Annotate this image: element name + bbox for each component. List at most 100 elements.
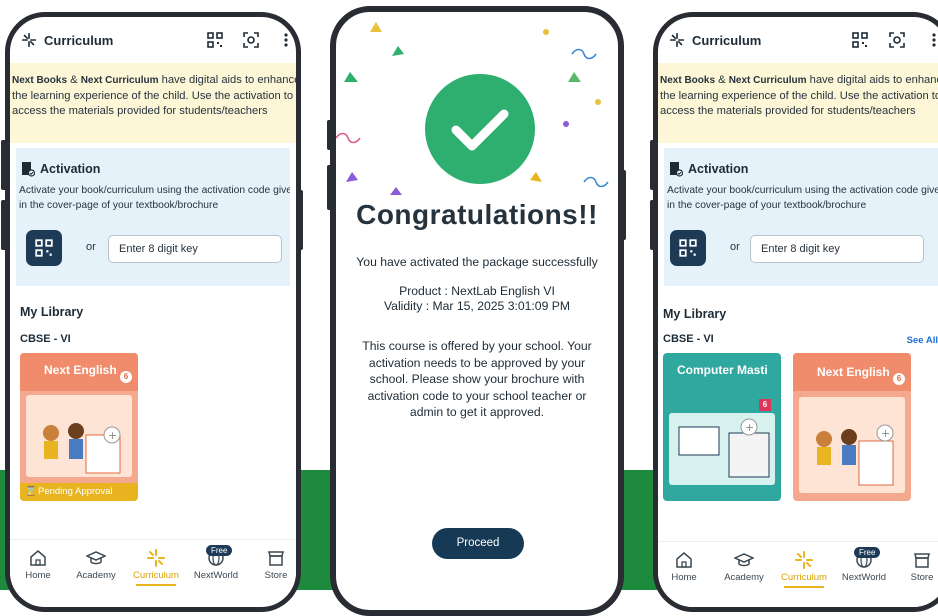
notice-amp: & (715, 74, 729, 86)
notice-line3: access the materials provided for studen… (12, 104, 296, 120)
success-check-circle (425, 74, 535, 184)
notice-line2: the learning experience of the child. Us… (12, 89, 296, 105)
nav-academy[interactable]: Academy (714, 550, 774, 583)
book-title: Computer Masti (677, 363, 768, 377)
activation-title: Activation (688, 162, 748, 176)
home-icon (674, 550, 694, 570)
book-title: Next English (44, 363, 117, 377)
scan-icon[interactable] (242, 31, 260, 49)
scan-qr-button[interactable] (670, 230, 706, 266)
activation-description: Activate your book/curriculum using the … (667, 184, 938, 213)
activation-title: Activation (40, 162, 100, 176)
activation-key-input[interactable]: Enter 8 digit key (108, 235, 282, 263)
book-grade-badge: 6 (120, 371, 132, 383)
activation-success-message: You have activated the package successfu… (336, 255, 618, 269)
scan-icon[interactable] (888, 31, 906, 49)
free-badge: Free (854, 547, 880, 558)
book-card-next-english[interactable]: Next English 6 + ⌛ Pending Approval (20, 353, 138, 501)
brand-next-books: Next Books (660, 75, 715, 86)
page-title: Curriculum (44, 33, 113, 48)
phone-curriculum-left: Curriculum Next Books & Next Curriculum … (5, 12, 301, 612)
graduation-cap-icon (86, 548, 106, 568)
svg-text:+: + (108, 429, 117, 442)
app-header: Curriculum (658, 17, 938, 63)
book-grade-badge: 6 (893, 373, 905, 385)
see-all-link[interactable]: See All (907, 335, 938, 346)
proceed-button[interactable]: Proceed (432, 528, 524, 559)
home-icon (28, 548, 48, 568)
activation-desc-line2: in the cover-page of your textbook/broch… (19, 199, 290, 214)
activation-key-input[interactable]: Enter 8 digit key (750, 235, 924, 263)
notice-amp: & (67, 74, 81, 86)
curriculum-icon (794, 550, 814, 570)
nav-curriculum-label: Curriculum (781, 572, 827, 583)
book-card-next-english[interactable]: Next English 6 + (793, 353, 911, 501)
graduation-cap-icon (734, 550, 754, 570)
nav-nextworld-label: NextWorld (194, 570, 238, 581)
qr-code-icon (34, 238, 54, 258)
qr-code-icon[interactable] (206, 31, 224, 49)
nav-store-label: Store (911, 572, 934, 583)
my-library-title: My Library (20, 305, 83, 319)
store-icon (912, 550, 932, 570)
nav-academy[interactable]: Academy (66, 548, 126, 581)
notice-line1: have digital aids to enhance (807, 74, 938, 86)
activation-desc-line2: in the cover-page of your textbook/broch… (667, 199, 938, 214)
approval-info-text: This course is offered by your school. Y… (350, 338, 604, 421)
svg-text:+: + (745, 421, 754, 434)
nav-store[interactable]: Store (892, 550, 938, 583)
more-menu-icon[interactable] (930, 31, 938, 49)
more-menu-icon[interactable] (282, 31, 290, 49)
phone-congratulations: Congratulations!! You have activated the… (330, 6, 624, 616)
brand-next-curriculum: Next Curriculum (81, 75, 159, 86)
nav-academy-label: Academy (724, 572, 764, 583)
nav-curriculum[interactable]: Curriculum (126, 548, 186, 586)
book-card-computer-masti[interactable]: Computer Masti 6 + (663, 353, 781, 501)
curriculum-icon (146, 548, 166, 568)
nav-home-label: Home (671, 572, 696, 583)
book-cover-illustration: + (669, 413, 775, 485)
hourglass-icon: ⌛ (25, 483, 37, 501)
nav-store[interactable]: Store (246, 548, 301, 581)
nextlab-logo-icon (668, 31, 686, 49)
nav-home[interactable]: Home (654, 550, 714, 583)
grade-label: CBSE - VI (20, 333, 71, 345)
computer-illustration-icon: + (669, 413, 775, 485)
notice-line2: the learning experience of the child. Us… (660, 89, 938, 105)
nav-store-label: Store (265, 570, 288, 581)
store-icon (266, 548, 286, 568)
bottom-nav: Home Academy Curriculum Free NextWorld S… (10, 539, 296, 606)
digital-aids-notice: Next Books & Next Curriculum have digita… (10, 63, 296, 143)
children-illustration-icon: + (26, 395, 132, 477)
book-grade-badge: 6 (759, 399, 771, 411)
book-cover-illustration: + (26, 395, 132, 477)
page-title: Curriculum (692, 33, 761, 48)
nav-nextworld[interactable]: Free NextWorld (834, 550, 894, 583)
scan-qr-button[interactable] (26, 230, 62, 266)
nav-curriculum[interactable]: Curriculum (774, 550, 834, 588)
activation-card: Activation Activate your book/curriculum… (16, 148, 290, 286)
nav-nextworld[interactable]: Free NextWorld (186, 548, 246, 581)
active-indicator (136, 584, 176, 586)
book-activation-icon (21, 161, 35, 177)
bottom-nav: Home Academy Curriculum Free NextWorld S… (658, 541, 938, 608)
book-activation-icon (669, 161, 683, 177)
phone-curriculum-right: Curriculum Next Books & Next Curriculum … (653, 12, 938, 612)
brand-next-books: Next Books (12, 75, 67, 86)
qr-code-icon[interactable] (851, 31, 869, 49)
activation-desc-line1: Activate your book/curriculum using the … (667, 184, 938, 199)
book-title: Next English (817, 365, 890, 379)
checkmark-icon (425, 74, 535, 184)
pending-approval-badge: ⌛ Pending Approval (20, 483, 138, 501)
my-library-title: My Library (663, 307, 726, 321)
active-indicator (784, 586, 824, 588)
nav-academy-label: Academy (76, 570, 116, 581)
children-illustration-icon: + (799, 397, 905, 493)
validity-label: Validity : Mar 15, 2025 3:01:09 PM (336, 299, 618, 313)
nav-curriculum-label: Curriculum (133, 570, 179, 581)
or-label: or (730, 241, 740, 253)
app-header: Curriculum (10, 17, 296, 63)
nav-home[interactable]: Home (8, 548, 68, 581)
grade-label: CBSE - VI (663, 333, 714, 345)
nav-home-label: Home (25, 570, 50, 581)
